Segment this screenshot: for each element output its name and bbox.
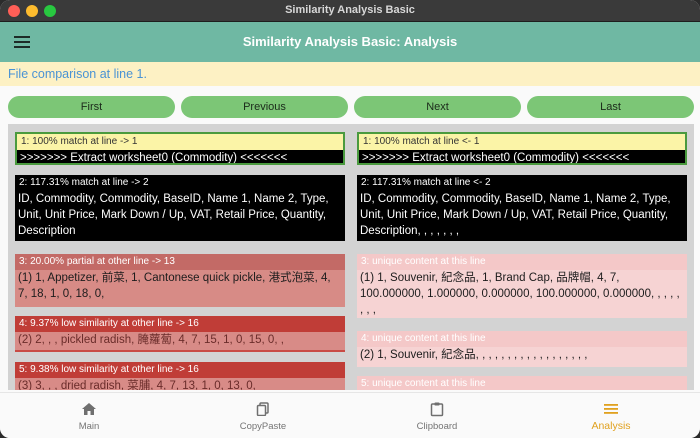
block-header: 4: 9.37% low similarity at other line ->… [15,316,345,332]
app-bar: Similarity Analysis Basic: Analysis [0,22,700,62]
navigation-buttons: First Previous Next Last [0,96,700,118]
first-button[interactable]: First [8,96,175,118]
block-header: 1: 100% match at line -> 1 [17,134,343,150]
window-title: Similarity Analysis Basic [285,4,415,16]
block-content: >>>>>>> Extract worksheet0 (Commodity) <… [17,150,343,163]
compare-block[interactable]: 3: unique content at this line (1) 1, So… [357,254,687,318]
block-header: 1: 100% match at line <- 1 [359,134,685,150]
nav-tab-label: CopyPaste [239,421,287,432]
compare-block[interactable]: 1: 100% match at line -> 1 >>>>>>> Extra… [15,132,345,165]
compare-block[interactable]: 2: 117.31% match at line -> 2 ID, Commod… [15,175,345,241]
nav-tab-main[interactable]: Main [30,393,148,438]
nav-tab-clipboard[interactable]: Clipboard [378,393,496,438]
compare-block[interactable]: 5: 9.38% low similarity at other line ->… [15,362,345,390]
compare-block[interactable]: 4: 9.37% low similarity at other line ->… [15,316,345,352]
last-button[interactable]: Last [527,96,694,118]
title-bar: Similarity Analysis Basic [0,0,700,22]
block-header: 3: 20.00% partial at other line -> 13 [15,254,345,270]
app-window: Similarity Analysis Basic Similarity Ana… [0,0,700,438]
compare-block[interactable]: 4: unique content at this line (2) 1, So… [357,331,687,367]
home-icon [82,403,96,415]
block-content: (3) 3, , , dried radish, 菜脯, 4, 7, 13, 1… [15,378,345,390]
block-content: (1) 1, Appetizer, 前菜, 1, Cantonese quick… [18,272,331,300]
block-header: 2: 117.31% match at line -> 2 [19,177,149,188]
compare-block[interactable]: 3: 20.00% partial at other line -> 13 (1… [15,254,345,307]
block-header: 5: 9.38% low similarity at other line ->… [15,362,345,378]
block-header: 3: unique content at this line [357,254,687,270]
block-header: 4: unique content at this line [357,331,687,347]
nav-tab-copypaste[interactable]: CopyPaste [204,393,322,438]
block-content: (2) 2, , , pickled radish, 腌蘿蔔, 4, 7, 15… [15,332,345,350]
nav-tab-analysis[interactable]: Analysis [552,393,670,438]
block-header: 5: unique content at this line [357,376,687,390]
clipboard-icon [430,402,444,417]
nav-tab-label: Clipboard [416,421,458,432]
compare-block[interactable]: 2: 117.31% match at line <- 2 ID, Commod… [357,175,687,241]
status-banner: File comparison at line 1. [0,62,700,86]
previous-button[interactable]: Previous [181,96,348,118]
lines-icon [604,404,618,414]
block-content: ID, Commodity, Commodity, BaseID, Name 1… [360,193,671,237]
nav-tab-label: Main [78,421,100,432]
compare-block[interactable]: 1: 100% match at line <- 1 >>>>>>> Extra… [357,132,687,165]
compare-block[interactable]: 5: unique content at this line [357,376,687,390]
nav-tab-label: Analysis [591,420,631,432]
block-content: >>>>>>> Extract worksheet0 (Commodity) <… [359,150,685,163]
block-content: (1) 1, Souvenir, 紀念品, 1, Brand Cap, 品牌帽,… [360,272,680,316]
comparison-panel[interactable]: 1: 100% match at line -> 1 >>>>>>> Extra… [8,124,694,390]
next-button[interactable]: Next [354,96,521,118]
copy-icon [256,402,269,416]
block-content: ID, Commodity, Commodity, BaseID, Name 1… [18,193,329,237]
page-title: Similarity Analysis Basic: Analysis [242,34,458,49]
block-header: 2: 117.31% match at line <- 2 [361,177,491,188]
bottom-navigation: Main CopyPaste Clipboard Analysis [0,392,700,438]
block-content: (2) 1, Souvenir, 紀念品, , , , , , , , , , … [360,349,588,361]
